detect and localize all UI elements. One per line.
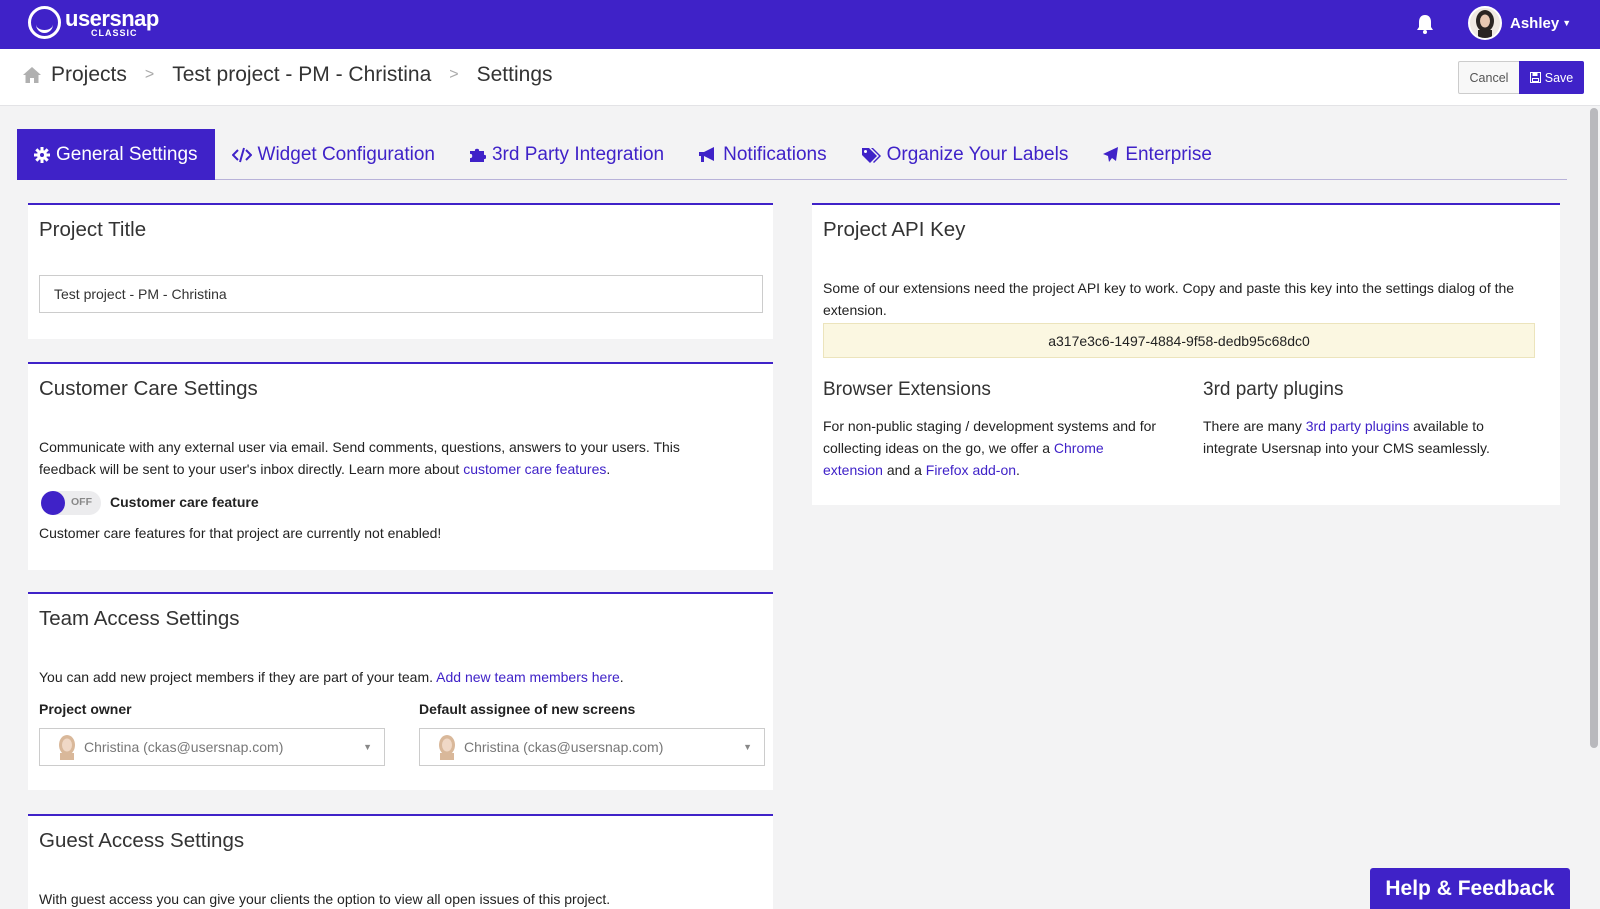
api-key-description: Some of our extensions need the project … <box>823 280 1515 318</box>
customer-care-status: Customer care features for that project … <box>39 525 442 541</box>
caret-down-icon: ▼ <box>363 742 372 752</box>
toggle-state: OFF <box>71 496 92 508</box>
default-assignee-label: Default assignee of new screens <box>419 701 636 717</box>
tab-notifications[interactable]: Notifications <box>681 129 844 180</box>
description-end: . <box>619 669 624 685</box>
avatar <box>439 735 455 760</box>
avatar <box>59 735 75 760</box>
caret-down-icon: ▼ <box>743 742 752 752</box>
tab-label: Organize Your Labels <box>886 143 1069 165</box>
project-owner-value: Christina (ckas@usersnap.com) <box>84 739 284 755</box>
team-access-description: You can add new project members if they … <box>39 666 759 688</box>
puzzle-icon <box>469 148 486 162</box>
guest-access-description: With guest access you can give your clie… <box>39 891 611 907</box>
code-icon <box>231 147 252 162</box>
tab-label: Widget Configuration <box>257 143 435 165</box>
avatar <box>1468 6 1502 40</box>
add-team-members-link[interactable]: Add new team members here <box>436 669 620 685</box>
default-assignee-select[interactable]: Christina (ckas@usersnap.com) ▼ <box>419 728 765 766</box>
api-key-panel: Project API Key Some of our extensions n… <box>812 203 1560 505</box>
caret-down-icon: ▼ <box>1562 18 1572 28</box>
customer-care-toggle[interactable]: OFF <box>41 491 101 515</box>
tab-enterprise[interactable]: Enterprise <box>1085 129 1229 180</box>
firefox-addon-link[interactable]: Firefox add-on <box>926 462 1016 478</box>
user-menu[interactable]: Ashley ▼ <box>1468 6 1571 40</box>
breadcrumb-bar: Projects > Test project - PM - Christina… <box>0 49 1600 106</box>
scrollbar[interactable] <box>1588 106 1600 909</box>
panel-title: Guest Access Settings <box>39 829 245 852</box>
default-assignee-value: Christina (ckas@usersnap.com) <box>464 739 664 755</box>
breadcrumb-settings: Settings <box>476 63 553 86</box>
save-label: Save <box>1544 70 1574 85</box>
project-title-panel: Project Title Test project - PM - Christ… <box>28 203 773 339</box>
tab-organize-labels[interactable]: Organize Your Labels <box>844 129 1086 180</box>
user-name: Ashley <box>1510 14 1560 32</box>
description-text: You can add new project members if they … <box>39 669 437 685</box>
browser-ext-text: For non-public staging / development sys… <box>823 418 1157 456</box>
settings-tabs: General Settings Widget Configuration 3r… <box>17 129 1567 180</box>
breadcrumb-projects[interactable]: Projects <box>51 63 127 87</box>
tags-icon <box>861 147 881 163</box>
customer-care-panel: Customer Care Settings Communicate with … <box>28 362 773 570</box>
tab-widget-configuration[interactable]: Widget Configuration <box>215 129 452 180</box>
plane-icon <box>1103 147 1119 162</box>
tab-label: Notifications <box>723 143 827 165</box>
api-key-value[interactable]: a317e3c6-1497-4884-9f58-dedb95c68dc0 <box>823 323 1535 358</box>
project-owner-select[interactable]: Christina (ckas@usersnap.com) ▼ <box>39 728 385 766</box>
save-button[interactable]: Save <box>1519 61 1584 94</box>
customer-care-toggle-label: Customer care feature <box>110 494 259 510</box>
save-icon <box>1529 72 1541 83</box>
top-navbar: usersnap CLASSIC Ashley ▼ <box>0 0 1600 49</box>
plugins-text-start: There are many <box>1203 418 1306 434</box>
customer-care-link[interactable]: customer care features <box>463 461 606 477</box>
help-feedback-button[interactable]: Help & Feedback <box>1370 868 1570 909</box>
guest-access-panel: Guest Access Settings With guest access … <box>28 814 773 909</box>
project-title-input[interactable]: Test project - PM - Christina <box>39 275 763 313</box>
tab-label: Enterprise <box>1125 143 1212 165</box>
scrollbar-thumb[interactable] <box>1590 108 1598 748</box>
third-party-plugins-link[interactable]: 3rd party plugins <box>1306 418 1410 434</box>
browser-extensions-heading: Browser Extensions <box>823 379 991 400</box>
logo-mark-icon <box>28 6 61 39</box>
tab-general-settings[interactable]: General Settings <box>17 129 215 180</box>
browser-ext-text: and a <box>882 462 926 478</box>
cancel-button[interactable]: Cancel <box>1458 61 1520 94</box>
panel-title: Project API Key <box>823 218 966 241</box>
logo-name: usersnap <box>65 5 159 31</box>
bell-icon[interactable] <box>1416 14 1434 39</box>
customer-care-description: Communicate with any external user via e… <box>39 436 739 480</box>
team-access-panel: Team Access Settings You can add new pro… <box>28 592 773 790</box>
project-owner-label: Project owner <box>39 701 132 717</box>
home-icon[interactable] <box>22 66 42 84</box>
browser-ext-text: . <box>1016 462 1020 478</box>
toggle-knob <box>41 491 65 515</box>
plugins-heading: 3rd party plugins <box>1203 379 1344 400</box>
panel-title: Project Title <box>39 218 147 241</box>
panel-title: Customer Care Settings <box>39 377 258 400</box>
panel-title: Team Access Settings <box>39 607 240 630</box>
breadcrumb-separator: > <box>144 66 155 83</box>
breadcrumb-project[interactable]: Test project - PM - Christina <box>172 63 431 87</box>
gear-icon <box>34 146 50 163</box>
plugins-text: There are many 3rd party plugins availab… <box>1203 415 1523 459</box>
breadcrumb: Projects > Test project - PM - Christina… <box>22 63 553 87</box>
usersnap-logo[interactable]: usersnap CLASSIC <box>28 6 159 39</box>
breadcrumb-separator: > <box>449 66 459 83</box>
tab-3rd-party-integration[interactable]: 3rd Party Integration <box>452 129 681 180</box>
bullhorn-icon <box>699 146 715 162</box>
tab-label: General Settings <box>56 143 198 165</box>
description-end: . <box>606 461 611 477</box>
browser-extensions-text: For non-public staging / development sys… <box>823 415 1165 481</box>
tab-label: 3rd Party Integration <box>491 143 665 165</box>
